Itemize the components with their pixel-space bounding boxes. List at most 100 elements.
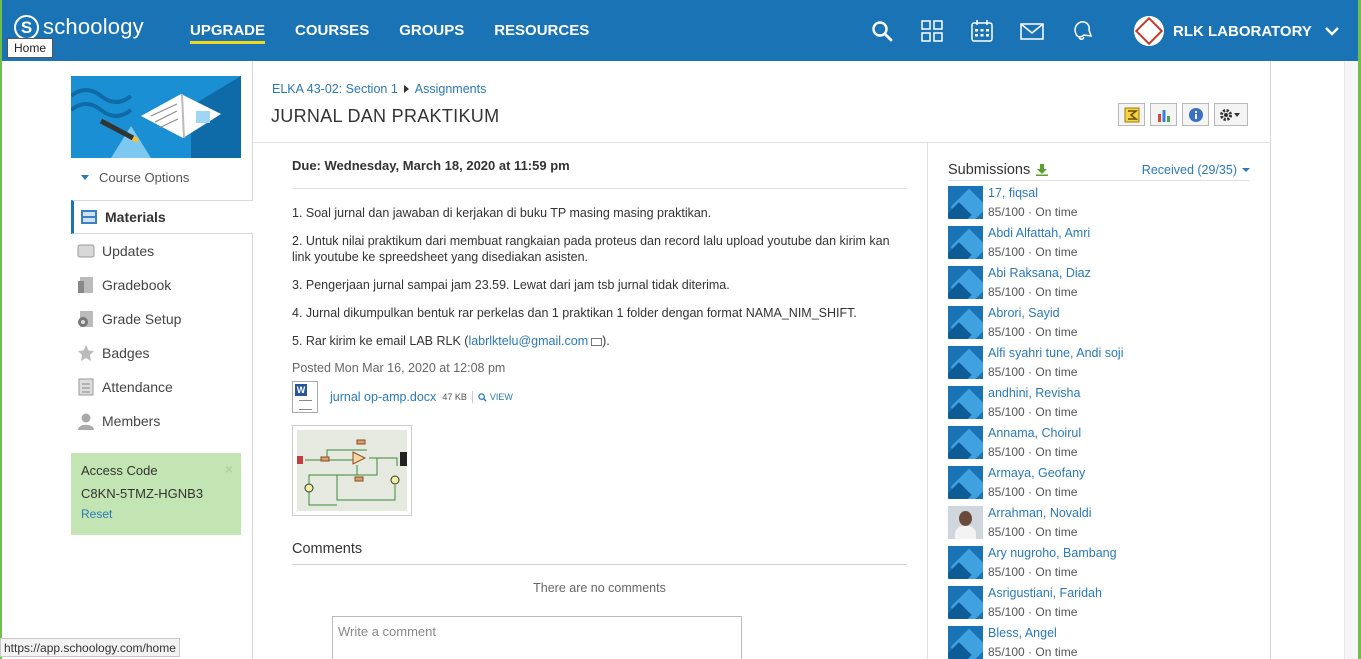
grade-value: 85/100	[988, 405, 1025, 419]
submission-item[interactable]: Arrahman, Novaldi 85/100 · On time	[948, 506, 1250, 546]
main-nav-links: UPGRADE COURSES GROUPS RESOURCES	[190, 0, 619, 61]
grade-value: 85/100	[988, 245, 1025, 259]
breadcrumb: ELKA 43-02: Section 1 Assignments	[272, 82, 486, 96]
logo-mark: S	[14, 14, 39, 40]
submission-status: On time	[1035, 525, 1078, 539]
student-name-link[interactable]: Abdi Alfattah, Amri	[988, 226, 1090, 241]
submission-status: On time	[1035, 245, 1078, 259]
status-bar-url: https://app.schoology.com/home	[0, 638, 180, 657]
student-name-link[interactable]: Abrori, Sayid	[988, 306, 1077, 321]
sidebar-item-members[interactable]: Members	[71, 404, 252, 438]
course-profile-image	[71, 76, 241, 158]
student-name-link[interactable]: Ary nugroho, Bambang	[988, 546, 1117, 561]
breadcrumb-course-link[interactable]: ELKA 43-02: Section 1	[272, 82, 398, 96]
submission-status: On time	[1035, 405, 1078, 419]
nav-link-resources[interactable]: RESOURCES	[494, 22, 589, 39]
nav-link-upgrade[interactable]: UPGRADE	[190, 22, 266, 44]
grade-value: 85/100	[988, 365, 1025, 379]
user-name: RLK LABORATORY	[1173, 22, 1312, 40]
nav-link-courses[interactable]: COURSES	[295, 22, 369, 39]
submission-status: On time	[1035, 365, 1078, 379]
course-sidebar-nav: Materials Updates Gradebook Grade Setup …	[71, 200, 253, 438]
submission-status: On time	[1035, 325, 1078, 339]
comments-heading: Comments	[292, 541, 907, 565]
student-name-link[interactable]: Bless, Angel	[988, 626, 1077, 641]
grade-status: 85/100 · On time	[988, 605, 1078, 619]
student-name-link[interactable]: Armaya, Geofany	[988, 466, 1085, 481]
instruction-4: 4. Jurnal dikumpulkan bentuk rar perkela…	[292, 306, 857, 320]
student-name-link[interactable]: Abi Raksana, Diaz	[988, 266, 1091, 281]
avatar	[948, 586, 983, 619]
grade-icon[interactable]	[1118, 103, 1145, 126]
grade-setup-icon	[76, 309, 96, 329]
course-options-toggle[interactable]: Course Options	[81, 170, 189, 185]
mail-icon[interactable]	[1018, 17, 1046, 45]
instruction-1: 1. Soal jurnal dan jawaban di kerjakan d…	[292, 206, 712, 220]
submissions-title: Submissions	[948, 161, 1031, 178]
breadcrumb-assignments-link[interactable]: Assignments	[415, 82, 487, 96]
received-filter-dropdown[interactable]: Received (29/35)	[1142, 163, 1250, 177]
comment-input[interactable]: Write a comment	[332, 616, 742, 659]
received-count: Received (29/35)	[1141, 162, 1237, 177]
circuit-image-thumbnail[interactable]	[292, 425, 412, 516]
grade-status: 85/100 · On time	[988, 205, 1078, 219]
user-avatar	[1134, 16, 1164, 46]
sidebar-item-label: Gradebook	[102, 277, 172, 293]
breadcrumb-separator-icon	[403, 85, 409, 93]
info-icon[interactable]	[1182, 103, 1209, 126]
avatar-photo	[948, 506, 983, 539]
avatar	[948, 466, 983, 499]
nav-link-groups[interactable]: GROUPS	[399, 22, 464, 39]
grade-status: 85/100 · On time	[988, 365, 1078, 379]
avatar	[948, 346, 983, 379]
submission-item[interactable]: Asrigustiani, Faridah 85/100 · On time	[948, 586, 1250, 626]
grade-value: 85/100	[988, 525, 1025, 539]
due-date: Due: Wednesday, March 18, 2020 at 11:59 …	[292, 158, 907, 189]
sidebar-item-gradebook[interactable]: Gradebook	[71, 268, 252, 302]
schoology-logo[interactable]: S schoology	[14, 14, 144, 40]
apps-grid-icon[interactable]	[918, 17, 946, 45]
student-name-link[interactable]: Arrahman, Novaldi	[988, 506, 1092, 521]
submission-item[interactable]: Abdi Alfattah, Amri 85/100 · On time	[948, 226, 1250, 266]
instruction-5-prefix: 5. Rar kirim ke email LAB RLK (	[292, 334, 469, 348]
reset-access-code-link[interactable]: Reset	[81, 507, 231, 521]
grade-status: 85/100 · On time	[988, 325, 1078, 339]
view-attachment-link[interactable]: VIEW	[478, 392, 513, 402]
student-name-link[interactable]: Annama, Choirul	[988, 426, 1081, 441]
calendar-icon[interactable]	[968, 17, 996, 45]
student-name-link[interactable]: 17, fiqsal	[988, 186, 1077, 201]
access-code-title: Access Code	[81, 463, 158, 478]
email-link[interactable]: labrlktelu@gmail.com	[468, 334, 588, 348]
chart-icon[interactable]	[1150, 103, 1177, 126]
submission-item[interactable]: Armaya, Geofany 85/100 · On time	[948, 466, 1250, 506]
grade-value: 85/100	[988, 565, 1025, 579]
avatar	[948, 226, 983, 259]
user-menu[interactable]: RLK LABORATORY	[1134, 16, 1340, 46]
assignment-content: Due: Wednesday, March 18, 2020 at 11:59 …	[292, 158, 907, 659]
sidebar-item-materials[interactable]: Materials	[71, 200, 253, 234]
submission-item[interactable]: Abi Raksana, Diaz 85/100 · On time	[948, 266, 1250, 306]
student-name-link[interactable]: Asrigustiani, Faridah	[988, 586, 1102, 601]
sidebar-item-badges[interactable]: Badges	[71, 336, 252, 370]
student-name-link[interactable]: Alfi syahri tune, Andi soji	[988, 346, 1124, 361]
gear-icon[interactable]	[1214, 103, 1248, 126]
submission-item[interactable]: Alfi syahri tune, Andi soji 85/100 · On t…	[948, 346, 1250, 386]
search-icon[interactable]	[868, 17, 896, 45]
submission-item[interactable]: Ary nugroho, Bambang 85/100 · On time	[948, 546, 1250, 586]
close-icon[interactable]: ×	[225, 461, 233, 477]
notifications-icon[interactable]	[1068, 17, 1096, 45]
scrollbar[interactable]	[1344, 61, 1358, 659]
submission-item[interactable]: Bless, Angel 85/100 · On time	[948, 626, 1250, 659]
submission-item[interactable]: Abrori, Sayid 85/100 · On time	[948, 306, 1250, 346]
student-name-link[interactable]: andhini, Revisha	[988, 386, 1080, 401]
sidebar-item-attendance[interactable]: Attendance	[71, 370, 252, 404]
attachment-link[interactable]: jurnal op-amp.docx	[330, 390, 436, 404]
submission-item[interactable]: andhini, Revisha 85/100 · On time	[948, 386, 1250, 426]
submission-item[interactable]: 17, fiqsal 85/100 · On time	[948, 186, 1250, 226]
submission-item[interactable]: Annama, Choirul 85/100 · On time	[948, 426, 1250, 466]
sidebar-item-updates[interactable]: Updates	[71, 234, 252, 268]
grade-value: 85/100	[988, 285, 1025, 299]
sidebar-item-grade-setup[interactable]: Grade Setup	[71, 302, 252, 336]
download-icon[interactable]	[1036, 163, 1049, 176]
posted-date: Posted Mon Mar 16, 2020 at 12:08 pm	[292, 361, 506, 375]
